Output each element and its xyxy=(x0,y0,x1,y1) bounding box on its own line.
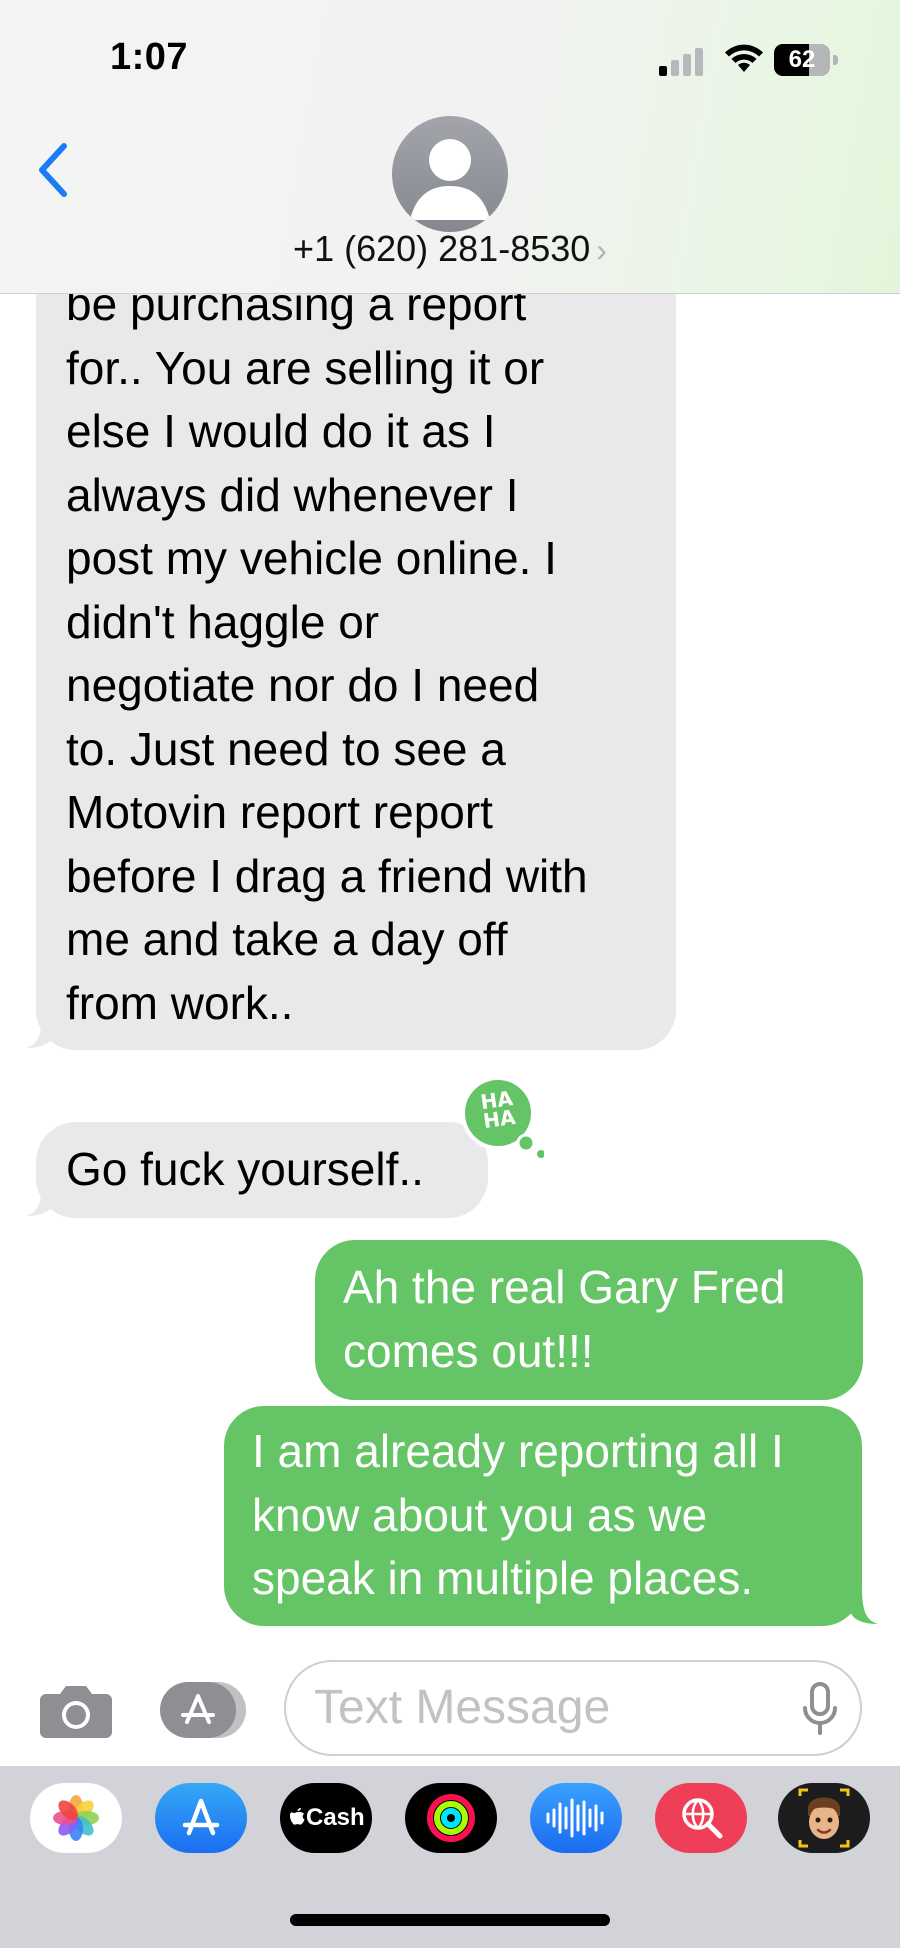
message-line: from work.. xyxy=(66,976,294,1029)
microphone-icon[interactable] xyxy=(802,1682,838,1736)
person-silhouette-icon xyxy=(410,139,490,220)
sent-message[interactable]: Ah the real Gary Fred comes out!!! xyxy=(315,1240,863,1400)
wifi-icon xyxy=(725,44,763,72)
app-drawer: Cash xyxy=(0,1766,900,1948)
bubble-tail xyxy=(26,1010,54,1048)
message-line: Go fuck yourself.. xyxy=(66,1143,424,1195)
status-time: 1:07 xyxy=(110,36,189,78)
battery-icon: 62 xyxy=(774,44,840,76)
message-input[interactable]: Text Message xyxy=(284,1660,862,1756)
cash-label: Cash xyxy=(306,1804,365,1831)
message-line: always did whenever I xyxy=(66,468,519,521)
app-store-icon[interactable] xyxy=(160,1682,246,1738)
haha-tapback-badge[interactable]: HA HA xyxy=(460,1076,545,1160)
message-line: speak in multiple places. xyxy=(252,1552,754,1604)
message-line: Ah the real Gary Fred xyxy=(343,1261,786,1313)
chevron-right-icon: › xyxy=(596,232,607,268)
sent-message[interactable]: I am already reporting all I know about … xyxy=(224,1406,862,1626)
received-message[interactable]: Go fuck yourself.. xyxy=(36,1122,488,1218)
received-message[interactable]: be purchasing a report for.. You are sel… xyxy=(36,254,676,1050)
message-line: for.. You are selling it or xyxy=(66,341,545,394)
camera-icon[interactable] xyxy=(40,1684,112,1738)
app-drawer-item-fitness[interactable] xyxy=(405,1783,497,1853)
globe-search-icon xyxy=(682,1798,723,1839)
app-store-icon xyxy=(182,1798,220,1836)
app-drawer-item-photos[interactable] xyxy=(30,1783,122,1853)
message-line: know about you as we xyxy=(252,1488,708,1541)
memoji-icon xyxy=(798,1788,850,1848)
message-line: I am already reporting all I xyxy=(252,1425,784,1477)
app-drawer-item-audio[interactable] xyxy=(530,1783,622,1853)
contact-number: +1 (620) 281-8530 xyxy=(293,228,591,269)
message-input-placeholder: Text Message xyxy=(314,1681,611,1734)
message-line: post my vehicle online. I xyxy=(66,532,557,584)
app-drawer-item-search[interactable] xyxy=(655,1783,747,1853)
app-drawer-item-memoji[interactable] xyxy=(778,1783,870,1853)
contact-name[interactable]: +1 (620) 281-8530 › xyxy=(0,228,900,270)
message-line: to. Just need to see a xyxy=(66,722,506,775)
contact-avatar[interactable] xyxy=(392,116,508,232)
app-drawer-item-cash[interactable]: Cash xyxy=(280,1783,372,1853)
message-line: Motovin report report xyxy=(66,786,493,838)
bubble-tail xyxy=(850,1586,878,1624)
message-line: didn't haggle or xyxy=(66,595,380,648)
apple-cash-icon xyxy=(290,1808,305,1825)
photos-icon xyxy=(53,1795,99,1841)
audio-waveform-icon xyxy=(546,1798,604,1838)
home-indicator[interactable] xyxy=(290,1914,610,1926)
app-drawer-item-app-store[interactable] xyxy=(155,1783,247,1853)
message-line: me and take a day off xyxy=(66,913,508,965)
message-line: else I would do it as I xyxy=(66,405,496,457)
activity-rings-icon xyxy=(427,1794,475,1842)
cellular-signal-icon xyxy=(659,46,705,76)
message-line: comes out!!! xyxy=(343,1324,594,1377)
message-line: before I drag a friend with xyxy=(66,849,588,902)
conversation-header: 1:07 62 +1 (620) 281-8530 › xyxy=(0,0,900,294)
message-line: negotiate nor do I need xyxy=(66,659,540,711)
chevron-left-icon[interactable] xyxy=(34,142,74,198)
battery-percent: 62 xyxy=(788,46,816,73)
bubble-tail xyxy=(26,1178,54,1216)
